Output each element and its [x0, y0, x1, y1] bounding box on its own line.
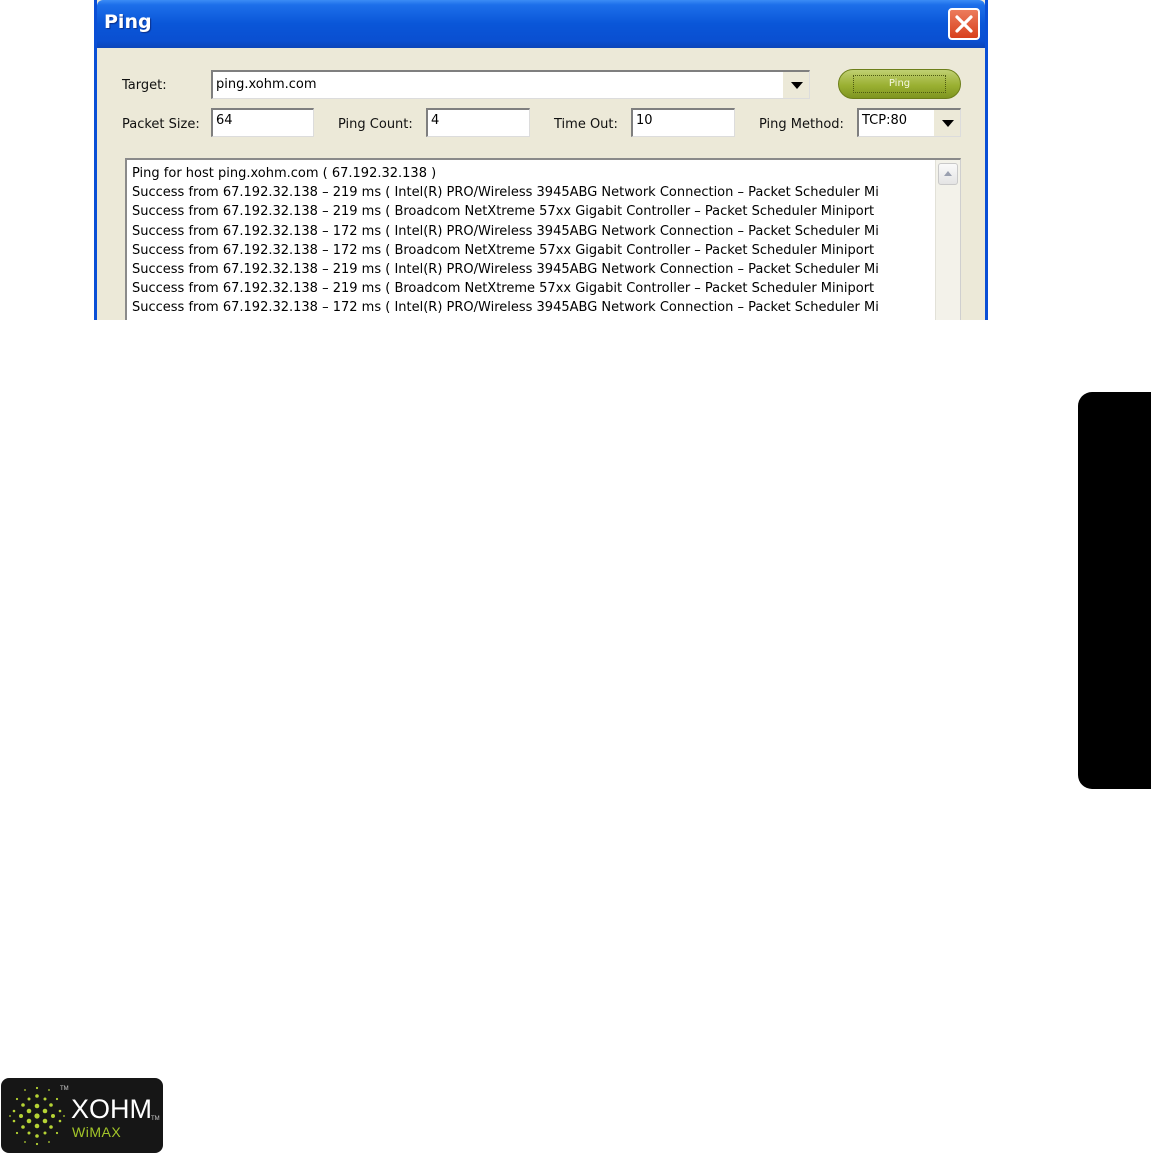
ping-button-label: Ping: [853, 75, 946, 93]
log-line: Success from 67.192.32.138 – 172 ms ( In…: [132, 223, 879, 239]
log-line: Success from 67.192.32.138 – 219 ms ( In…: [132, 262, 879, 278]
ping-count-value: 4: [431, 113, 440, 128]
log-line: Success from 67.192.32.138 – 219 ms ( Br…: [132, 204, 875, 220]
logo-sub: WiMAX: [72, 1124, 122, 1140]
title-bar[interactable]: Ping: [97, 0, 985, 48]
close-icon: [955, 15, 973, 33]
log-line: Ping for host ping.xohm.com ( 67.192.32.…: [132, 166, 437, 181]
log-line: Success from 67.192.32.138 – 219 ms ( Br…: [132, 281, 875, 297]
window-title: Ping: [104, 11, 152, 33]
close-button[interactable]: [948, 8, 980, 40]
ping-button[interactable]: Ping: [838, 69, 961, 99]
ping-method-label: Ping Method:: [759, 117, 844, 132]
log-line: Success from 67.192.32.138 – 219 ms ( In…: [132, 185, 879, 201]
target-combobox[interactable]: ping.xohm.com: [211, 70, 810, 99]
packet-size-label: Packet Size:: [122, 117, 200, 132]
timeout-value: 10: [636, 113, 653, 128]
vertical-scrollbar[interactable]: [935, 160, 960, 320]
ping-output-log[interactable]: Ping for host ping.xohm.com ( 67.192.32.…: [125, 158, 961, 320]
trademark-mark: TM: [151, 1116, 160, 1122]
signal-dots-icon: [9, 1086, 65, 1146]
log-line: Success from 67.192.32.138 – 172 ms ( In…: [132, 300, 879, 316]
chevron-down-icon[interactable]: [783, 72, 809, 98]
ping-count-input[interactable]: 4: [426, 108, 530, 137]
target-value: ping.xohm.com: [216, 77, 317, 92]
trademark-mark: TM: [60, 1086, 69, 1092]
ping-window: Ping Target: ping.xohm.com Ping Packet S…: [94, 0, 988, 320]
log-line: Success from 67.192.32.138 – 172 ms ( Br…: [132, 242, 875, 258]
scroll-up-arrow-icon[interactable]: [938, 163, 958, 185]
logo-name: XOHM: [71, 1094, 152, 1124]
chapter-side-tab: [1078, 392, 1151, 789]
timeout-input[interactable]: 10: [631, 108, 735, 137]
packet-size-value: 64: [216, 113, 233, 128]
target-label: Target:: [122, 78, 167, 93]
ping-method-select[interactable]: TCP:80: [857, 108, 961, 137]
log-lines: Ping for host ping.xohm.com ( 67.192.32.…: [132, 164, 932, 318]
timeout-label: Time Out:: [554, 117, 618, 132]
ping-method-value: TCP:80: [862, 113, 908, 128]
xohm-wimax-logo: TM XOHM TM WiMAX: [1, 1078, 163, 1153]
chevron-down-icon[interactable]: [934, 110, 960, 136]
ping-count-label: Ping Count:: [338, 117, 413, 132]
packet-size-input[interactable]: 64: [211, 108, 314, 137]
